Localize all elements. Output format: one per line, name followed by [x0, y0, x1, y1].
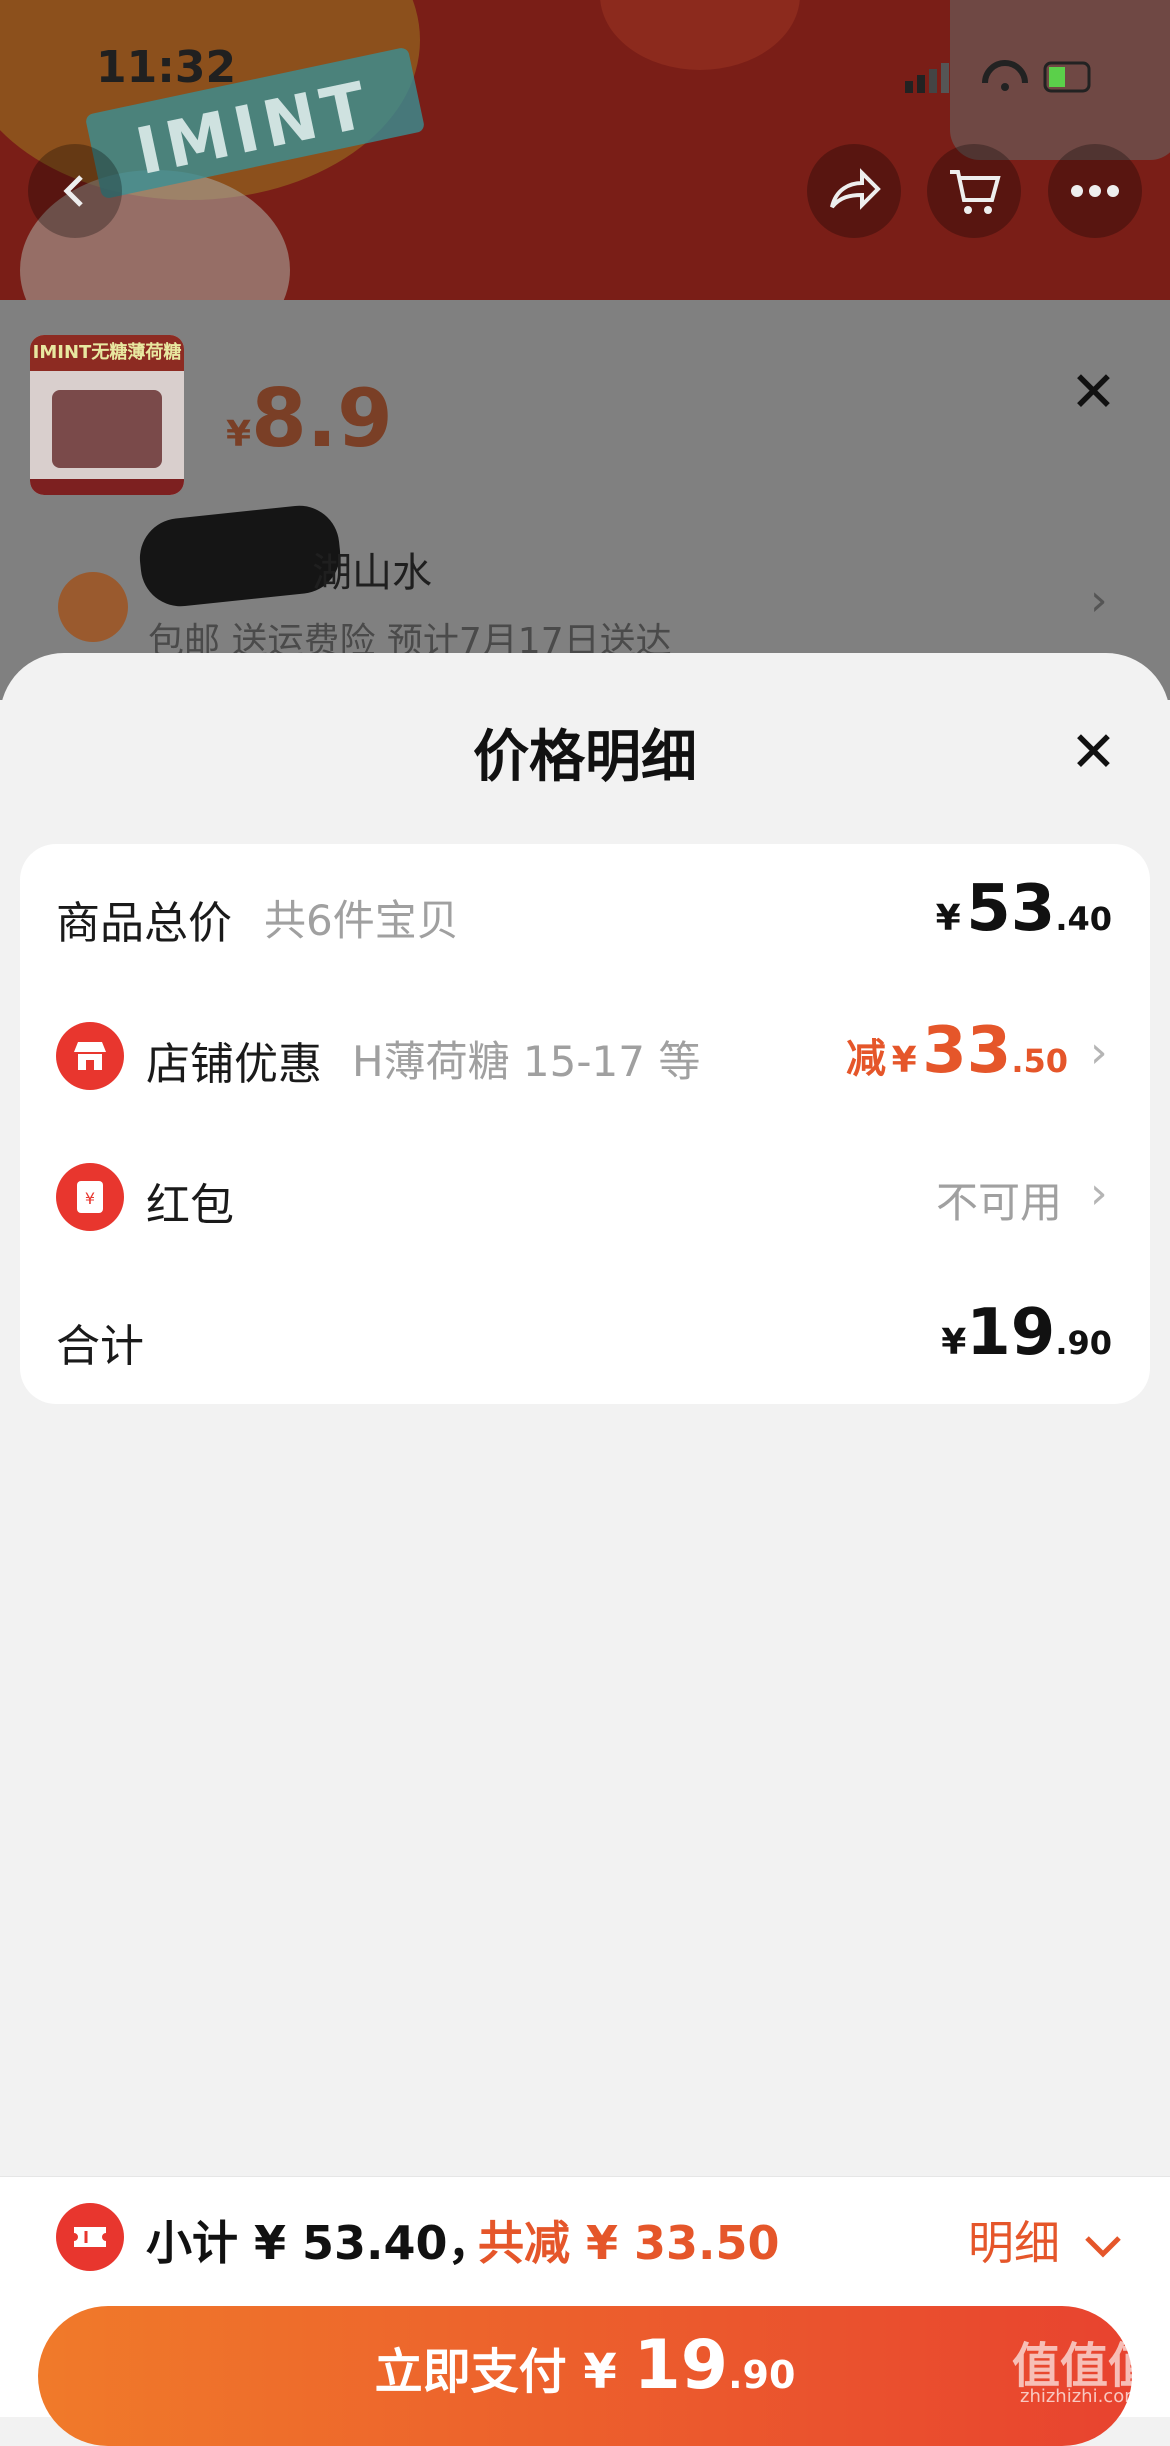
pay-now-label[interactable]: 立即支付 ¥ 19.90	[38, 2326, 1132, 2405]
svg-text:¥: ¥	[85, 1189, 95, 1208]
shop-icon	[56, 1022, 124, 1090]
status-icons	[905, 55, 1105, 99]
share-icon	[830, 168, 881, 210]
address-chevron-icon: ›	[1090, 575, 1108, 626]
chevron-right-icon[interactable]: ›	[1090, 1168, 1108, 1219]
coupon-icon	[56, 2203, 124, 2271]
row-grand-total-label: 合计	[56, 1321, 144, 1372]
row-shop-discount-sub: H薄荷糖 15-17 等	[352, 1037, 701, 1086]
product-thumbnail: IMINT无糖薄荷糖	[30, 335, 184, 495]
product-price: ¥8.9	[226, 372, 393, 465]
sheet-title: 价格明细	[473, 725, 697, 790]
row-red-packet-status[interactable]: 不可用	[936, 1169, 1062, 1230]
back-button[interactable]	[28, 144, 122, 238]
row-grand-total-value: ¥19.90	[941, 1296, 1112, 1370]
discount-summary: 共减 ¥ 33.50	[478, 2216, 780, 2270]
row-total-label: 商品总价	[56, 898, 232, 949]
share-button[interactable]	[807, 144, 901, 238]
more-icon	[1071, 185, 1119, 197]
chevron-down-icon	[1084, 2235, 1121, 2258]
chevron-left-icon	[63, 175, 83, 207]
subtotal-text: 小计 ¥ 53.40，	[146, 2216, 494, 2270]
red-packet-icon: ¥	[56, 1163, 124, 1231]
row-total-sub: 共6件宝贝	[264, 896, 459, 945]
status-time: 11:32	[96, 42, 237, 93]
more-button[interactable]	[1048, 144, 1142, 238]
row-red-packet-label: 红包	[146, 1180, 234, 1231]
row-total-value: ¥ 53.40	[935, 872, 1112, 946]
chevron-right-icon[interactable]: ›	[1090, 1027, 1108, 1078]
close-icon[interactable]: ✕	[1070, 720, 1117, 785]
row-shop-discount-value[interactable]: 减 ¥ 33.50	[846, 1014, 1068, 1088]
cart-button[interactable]	[927, 144, 1021, 238]
detail-toggle[interactable]: 明细	[968, 2207, 1123, 2273]
location-icon	[58, 572, 128, 642]
row-shop-discount-label: 店铺优惠	[146, 1039, 322, 1090]
watermark-url: zhizhizhi.com	[1020, 2386, 1142, 2407]
popup-close-icon[interactable]: ✕	[1070, 360, 1117, 425]
cart-icon	[950, 170, 1001, 214]
address-text: 湖山水	[312, 550, 432, 596]
